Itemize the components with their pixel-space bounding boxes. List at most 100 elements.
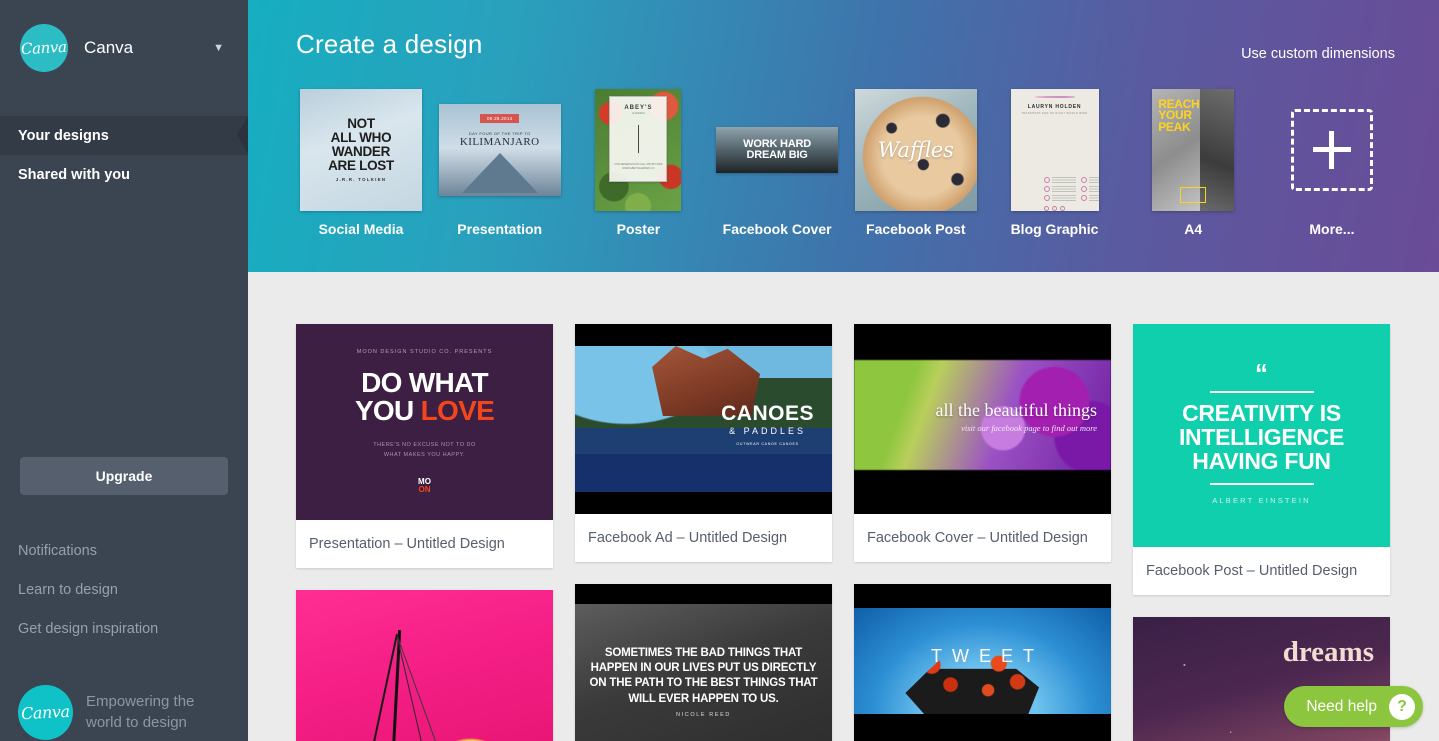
- grid-column: “ CREATIVITY IS INTELLIGENCE HAVING FUN …: [1133, 324, 1390, 741]
- quote-line-2: INTELLIGENCE: [1178, 424, 1345, 451]
- social-icon: [1060, 206, 1066, 211]
- design-type-label: More...: [1309, 221, 1355, 237]
- grid-column: all the beautiful things visit our faceb…: [854, 324, 1111, 741]
- design-type-thumb-box: [1290, 88, 1373, 212]
- presentation-thumbnail: 09.28.2014 DAY FOUR OF THE TRIP TO KILIM…: [438, 104, 561, 196]
- design-type-label: Facebook Post: [866, 221, 966, 237]
- design-type-thumb-box: NOT ALL WHO WANDER ARE LOST J.R.R. TOLKI…: [300, 88, 422, 212]
- design-card-thumbnail: TWEET: [854, 584, 1111, 741]
- divider-bottom: [1209, 483, 1314, 486]
- sidebar-item-shared-with-you[interactable]: Shared with you: [0, 155, 248, 194]
- design-card-facebook-ad[interactable]: CANOES & PADDLES OUTWEAR CANOE CANOES Fa…: [575, 324, 832, 562]
- design-card-presentation[interactable]: MOON DESIGN STUDIO CO. PRESENTS DO WHAT …: [296, 324, 553, 568]
- more-designs-box[interactable]: [1290, 109, 1373, 191]
- design-type-list: NOT ALL WHO WANDER ARE LOST J.R.R. TOLKI…: [298, 88, 1395, 237]
- tagline-text: Empowering the world to design: [86, 692, 194, 733]
- your-designs-grid-wrapper: MOON DESIGN STUDIO CO. PRESENTS DO WHAT …: [248, 272, 1439, 741]
- design-card-title: Presentation – Untitled Design: [309, 536, 505, 552]
- avatar: [1034, 96, 1075, 98]
- plus-icon: [1312, 131, 1351, 169]
- blog-footer-icons: [1044, 206, 1066, 211]
- artwork-author: ALBERT EINSTEIN: [1212, 496, 1311, 506]
- tweet-artwork: TWEET: [854, 584, 1111, 741]
- sidebar-link-label: Notifications: [18, 542, 97, 559]
- quote-artwork: “ CREATIVITY IS INTELLIGENCE HAVING FUN …: [1133, 324, 1390, 547]
- artwork-subheading: visit our facebook page to find out more: [961, 423, 1097, 433]
- artwork-heading: TWEET: [931, 646, 1044, 666]
- design-type-facebook-cover[interactable]: WORK HARD DREAM BIG Facebook Cover: [714, 88, 840, 237]
- chevron-down-icon[interactable]: ▼: [213, 42, 224, 54]
- artwork-text: CANOES & PADDLES OUTWEAR CANOE CANOES: [721, 402, 814, 446]
- artwork-heading-2: YOU LOVE: [355, 397, 495, 425]
- design-type-social-media[interactable]: NOT ALL WHO WANDER ARE LOST J.R.R. TOLKI…: [298, 88, 424, 237]
- social-media-thumbnail: NOT ALL WHO WANDER ARE LOST J.R.R. TOLKI…: [300, 89, 422, 211]
- canva-logo-text: Canva: [20, 37, 68, 59]
- quote-line-2: ALL WHO: [330, 130, 392, 146]
- your-designs-grid: MOON DESIGN STUDIO CO. PRESENTS DO WHAT …: [248, 272, 1439, 741]
- sidebar-link-label: Get design inspiration: [18, 620, 159, 637]
- facebook-cover-thumbnail: WORK HARD DREAM BIG: [716, 127, 839, 173]
- brand-account-switcher[interactable]: Canva Canva ▼: [0, 0, 248, 96]
- use-custom-dimensions-link[interactable]: Use custom dimensions: [1241, 46, 1395, 62]
- sidebar-item-your-designs[interactable]: Your designs: [0, 116, 248, 155]
- blog-graphic-thumbnail: LAURYN HOLDEN TRANSPORT END OF RIGHT WOR…: [1010, 89, 1099, 211]
- design-type-thumb-box: 09.28.2014 DAY FOUR OF THE TRIP TO KILIM…: [438, 88, 561, 212]
- poster-inner-card: ABEY'S GARDEN FOR RESERVATION CALL 555 8…: [609, 96, 668, 182]
- design-type-thumb-box: ABEY'S GARDEN FOR RESERVATION CALL 555 8…: [595, 88, 682, 212]
- need-help-button[interactable]: Need help ?: [1284, 686, 1423, 727]
- sidebar-item-get-design-inspiration[interactable]: Get design inspiration: [0, 609, 248, 648]
- grid-column: MOON DESIGN STUDIO CO. PRESENTS DO WHAT …: [296, 324, 553, 741]
- thumb-date-badge: 09.28.2014: [479, 114, 520, 123]
- design-card-thumbnail: CANOES & PADDLES OUTWEAR CANOE CANOES: [575, 324, 832, 514]
- poster-divider: [637, 125, 639, 153]
- design-card-tweet[interactable]: TWEET: [854, 584, 1111, 741]
- text-lines: [1089, 177, 1099, 183]
- sidebar-item-learn-to-design[interactable]: Learn to design: [0, 570, 248, 609]
- thumbnail-art-text: WORK HARD DREAM BIG: [743, 139, 811, 161]
- blog-grid-item: [1081, 186, 1099, 192]
- blog-role: TRANSPORT END OF RIGHT WORLD WIDE: [1021, 111, 1088, 115]
- design-card-sailboat[interactable]: [296, 590, 553, 741]
- design-type-label: Social Media: [318, 221, 404, 237]
- upgrade-button[interactable]: Upgrade: [20, 457, 228, 495]
- chat-icon: [1081, 195, 1088, 201]
- a4-badge: [1180, 187, 1207, 203]
- heart-icon: [1044, 186, 1051, 192]
- design-card-facebook-cover[interactable]: all the beautiful things visit our faceb…: [854, 324, 1111, 562]
- mountain-shape-icon: [461, 153, 538, 193]
- poster-footer: FOR RESERVATION CALL 555 867 5309 WWW.AB…: [614, 163, 663, 171]
- question-mark-icon: ?: [1389, 693, 1415, 720]
- design-card-thumbnail: SOMETIMES THE BAD THINGS THAT HAPPEN IN …: [575, 584, 832, 741]
- text-lines: [1052, 186, 1077, 192]
- design-card-bad-things[interactable]: SOMETIMES THE BAD THINGS THAT HAPPEN IN …: [575, 584, 832, 741]
- canva-badge-icon: Canva: [18, 685, 73, 740]
- blog-name: LAURYN HOLDEN: [1027, 103, 1082, 110]
- text-lines: [1089, 195, 1099, 201]
- sidebar-item-label: Your designs: [18, 127, 109, 144]
- design-card-facebook-post[interactable]: “ CREATIVITY IS INTELLIGENCE HAVING FUN …: [1133, 324, 1390, 595]
- social-icon: [1052, 206, 1058, 211]
- design-type-blog-graphic[interactable]: LAURYN HOLDEN TRANSPORT END OF RIGHT WOR…: [992, 88, 1118, 237]
- sailboat-artwork: [296, 590, 553, 741]
- blog-icon-grid: [1011, 125, 1099, 201]
- artwork-heading: CANOES: [721, 402, 814, 425]
- design-type-label: Blog Graphic: [1010, 221, 1099, 237]
- quote-line-1: NOT: [347, 116, 375, 132]
- design-type-presentation[interactable]: 09.28.2014 DAY FOUR OF THE TRIP TO KILIM…: [437, 88, 563, 237]
- design-type-label: Poster: [616, 221, 661, 237]
- sidebar-item-notifications[interactable]: Notifications: [0, 531, 248, 570]
- design-type-a4[interactable]: REACH YOUR PEAK A4: [1130, 88, 1256, 237]
- page-title: Create a design: [296, 29, 483, 59]
- upgrade-section: Upgrade: [0, 457, 248, 495]
- design-type-thumb-box: WORK HARD DREAM BIG: [716, 88, 839, 212]
- design-type-poster[interactable]: ABEY'S GARDEN FOR RESERVATION CALL 555 8…: [575, 88, 701, 237]
- main-content: Create a design Use custom dimensions NO…: [248, 0, 1439, 741]
- text-lines: [1052, 177, 1077, 183]
- artwork-quote: SOMETIMES THE BAD THINGS THAT HAPPEN IN …: [589, 647, 818, 705]
- design-card-thumbnail: MOON DESIGN STUDIO CO. PRESENTS DO WHAT …: [296, 324, 553, 520]
- design-type-more[interactable]: More...: [1269, 88, 1395, 237]
- poster-thumbnail: ABEY'S GARDEN FOR RESERVATION CALL 555 8…: [595, 89, 682, 211]
- quote-line-1: CREATIVITY IS: [1182, 400, 1341, 427]
- artwork-heading: dreams: [1282, 636, 1374, 668]
- design-type-facebook-post[interactable]: Waffles Facebook Post: [853, 88, 979, 237]
